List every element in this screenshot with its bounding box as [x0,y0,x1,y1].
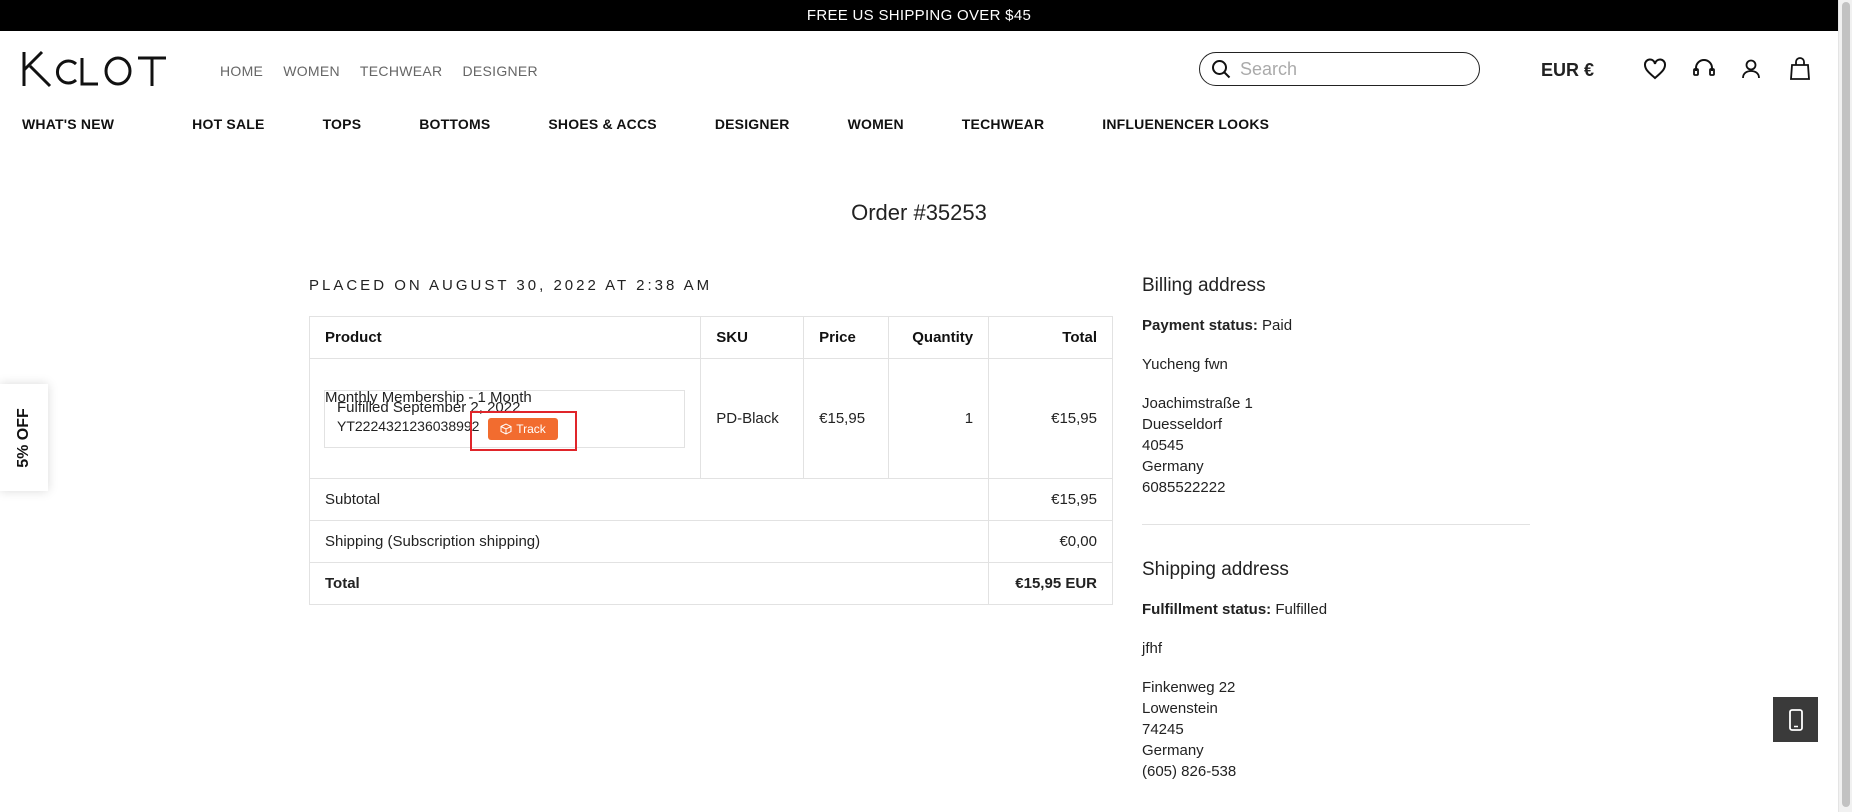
order-placed-date: PLACED ON AUGUST 30, 2022 AT 2:38 AM [309,277,713,294]
top-nav-home[interactable]: HOME [220,63,263,79]
total-row: Total €15,95 EUR [308,562,1113,605]
subtotal-row: Subtotal €15,95 [308,478,1113,521]
total-value: €15,95 EUR [988,562,1113,605]
main-nav-women[interactable]: WOMEN [848,116,904,132]
discount-promo-tab[interactable]: 5% OFF [0,384,48,491]
column-header-sku: SKU [700,316,805,359]
page-scrollbar[interactable] [1838,0,1852,812]
search-input[interactable] [1240,58,1470,80]
main-nav-hot-sale[interactable]: HOT SALE [192,116,264,132]
divider [1142,524,1530,525]
main-nav-influencer-looks[interactable]: INFLUENENCER LOOKS [1102,116,1269,132]
top-nav-techwear[interactable]: TECHWEAR [360,63,443,79]
subtotal-value: €15,95 [988,478,1113,521]
payment-status-value: Paid [1262,317,1293,334]
search-bar[interactable] [1199,52,1480,86]
line-total-cell: €15,95 [988,358,1113,479]
column-header-quantity: Quantity [888,316,990,359]
promo-tab-label: 5% OFF [15,407,32,468]
sku-cell: PD-Black [700,358,805,479]
main-nav-designer[interactable]: DESIGNER [715,116,790,132]
billing-city: Duesseldorf [1142,416,1223,433]
shipping-value: €0,00 [988,520,1113,563]
top-nav: HOME WOMEN TECHWEAR DESIGNER [220,63,558,79]
main-nav-techwear[interactable]: TECHWEAR [962,116,1044,132]
shipping-city: Lowenstein [1142,700,1218,717]
price-cell: €15,95 [803,358,890,479]
shipping-zip: 74245 [1142,721,1184,738]
announcement-bar: FREE US SHIPPING OVER $45 [0,0,1838,31]
payment-status-label: Payment status: [1142,317,1258,334]
billing-country: Germany [1142,458,1204,475]
shipping-label: Shipping (Subscription shipping) [308,520,990,563]
shipping-heading: Shipping address [1142,559,1289,580]
mobile-phone-button[interactable] [1773,697,1818,742]
main-nav-shoes-accs[interactable]: SHOES & ACCS [548,116,656,132]
shipping-street: Finkenweg 22 [1142,679,1236,696]
address-column: Billing address Payment status: Paid Yuc… [1142,275,1530,782]
main-nav-bottoms[interactable]: BOTTOMS [419,116,490,132]
announcement-text: FREE US SHIPPING OVER $45 [806,7,1032,24]
order-table: Product SKU Price Quantity Total Monthly… [308,316,1113,605]
page-title: Order #35253 [851,200,987,225]
user-icon[interactable] [1738,56,1764,82]
top-nav-designer[interactable]: DESIGNER [462,63,538,79]
fulfillment-status-value: Fulfilled [1275,601,1328,618]
billing-phone: 6085522222 [1142,479,1226,496]
highlight-annotation [470,411,577,451]
shipping-row: Shipping (Subscription shipping) €0,00 [308,520,1113,563]
table-header-row: Product SKU Price Quantity Total [308,316,1113,359]
currency-selector[interactable]: EUR € [1541,60,1594,81]
heart-icon[interactable] [1642,56,1668,82]
column-header-product: Product [308,316,702,359]
shipping-country: Germany [1142,742,1204,759]
phone-icon [1788,708,1803,731]
column-header-price: Price [803,316,890,359]
billing-name: Yucheng fwn [1142,356,1228,373]
shipping-name: jfhf [1142,640,1163,657]
headset-icon[interactable] [1691,56,1717,82]
fulfillment-status-label: Fulfillment status: [1142,601,1272,618]
main-nav: WHAT'S NEW HOT SALE TOPS BOTTOMS SHOES &… [22,116,1269,132]
total-label: Total [308,562,990,605]
kclot-logo[interactable] [20,50,170,88]
bag-icon[interactable] [1787,56,1813,82]
billing-zip: 40545 [1142,437,1184,454]
top-nav-women[interactable]: WOMEN [283,63,340,79]
main-nav-whats-new[interactable]: WHAT'S NEW [22,116,114,132]
search-icon[interactable] [1210,58,1232,80]
quantity-cell: 1 [888,358,990,479]
subtotal-label: Subtotal [308,478,990,521]
shipping-phone: (605) 826-538 [1142,763,1237,780]
scrollbar-thumb[interactable] [1842,2,1850,807]
column-header-total: Total [988,316,1113,359]
billing-street: Joachimstraße 1 [1142,395,1253,412]
main-nav-tops[interactable]: TOPS [323,116,362,132]
billing-heading: Billing address [1142,275,1266,296]
